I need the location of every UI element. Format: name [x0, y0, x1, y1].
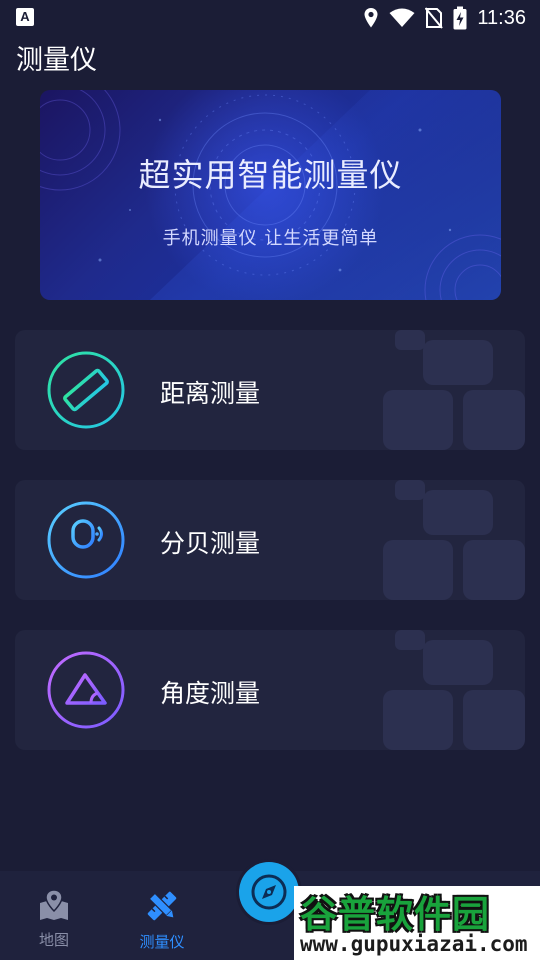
notification-app-icon: A — [16, 8, 34, 26]
battery-charging-icon — [453, 6, 467, 30]
clock: 11:36 — [477, 6, 526, 29]
wifi-icon — [389, 8, 415, 27]
map-pin-icon — [40, 889, 68, 920]
card-decoration — [383, 330, 525, 450]
no-sim-icon — [425, 7, 444, 29]
angle-measure-card[interactable]: 角度测量 — [15, 630, 525, 750]
promo-banner[interactable]: 超实用智能测量仪 手机测量仪 让生活更简单 — [40, 90, 501, 300]
ruler-icon — [47, 351, 125, 429]
card-decoration — [383, 630, 525, 750]
triangle-angle-icon-ring — [47, 651, 125, 729]
location-icon — [364, 8, 378, 28]
compass-icon — [251, 874, 287, 910]
distance-measure-card[interactable]: 距离测量 — [15, 330, 525, 450]
watermark: 谷普软件园 www.gupuxiazai.com — [294, 886, 540, 960]
page-title: 测量仪 — [16, 45, 97, 76]
nav-label: 测量仪 — [139, 933, 185, 951]
microphone-icon — [47, 501, 125, 579]
status-icons: 11:36 — [363, 5, 526, 31]
nav-item-measure[interactable]: 测量仪 — [122, 889, 202, 952]
card-decoration — [383, 480, 525, 600]
compass-button[interactable] — [239, 862, 299, 922]
triangle-angle-icon — [47, 651, 125, 729]
ruler-icon-ring — [47, 351, 125, 429]
decibel-measure-card[interactable]: 分贝测量 — [15, 480, 525, 600]
card-label: 分贝测量 — [160, 529, 261, 558]
watermark-url: www.gupuxiazai.com — [300, 932, 528, 956]
banner-subtitle: 手机测量仪 让生活更简单 — [162, 228, 379, 249]
watermark-name: 谷普软件园 — [300, 893, 490, 936]
banner-title: 超实用智能测量仪 — [138, 156, 403, 194]
nav-label: 地图 — [38, 931, 69, 949]
pencil-ruler-icon — [147, 891, 177, 921]
card-label: 角度测量 — [160, 679, 261, 708]
nav-item-map[interactable]: 地图 — [14, 889, 94, 950]
card-label: 距离测量 — [160, 379, 261, 408]
microphone-icon-ring — [47, 501, 125, 579]
status-bar: A 11:36 — [0, 0, 540, 36]
